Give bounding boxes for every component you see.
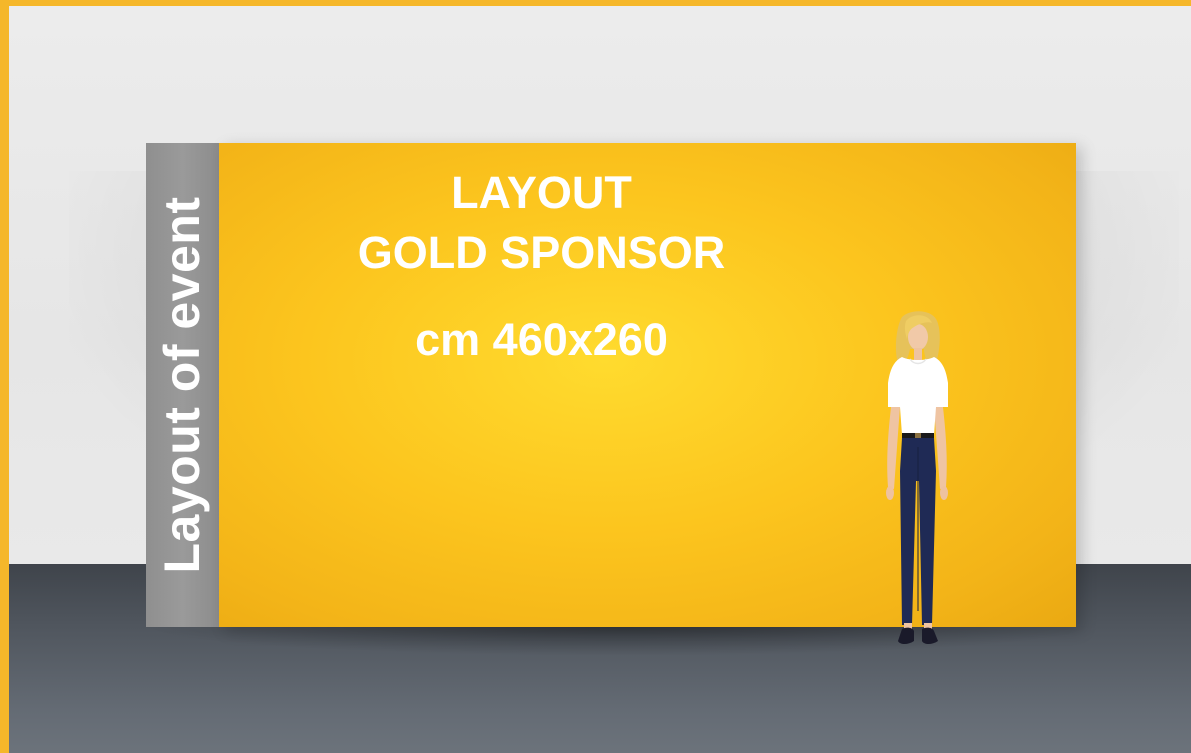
right-arm [934, 399, 947, 489]
banner-title-line2: GOLD SPONSOR [357, 227, 726, 278]
side-panel-label: Layout of event [154, 196, 210, 574]
scene-frame: Layout of event LAYOUT GOLD SPONSOR cm 4… [0, 0, 1191, 753]
right-shoe [922, 627, 938, 644]
banner-title-line1: LAYOUT [451, 167, 632, 218]
person-figure [886, 311, 948, 644]
left-arm [887, 399, 900, 489]
banner-dimensions: cm 460x260 [415, 314, 668, 365]
side-panel: Layout of event [146, 143, 219, 627]
left-shoe [898, 627, 914, 644]
